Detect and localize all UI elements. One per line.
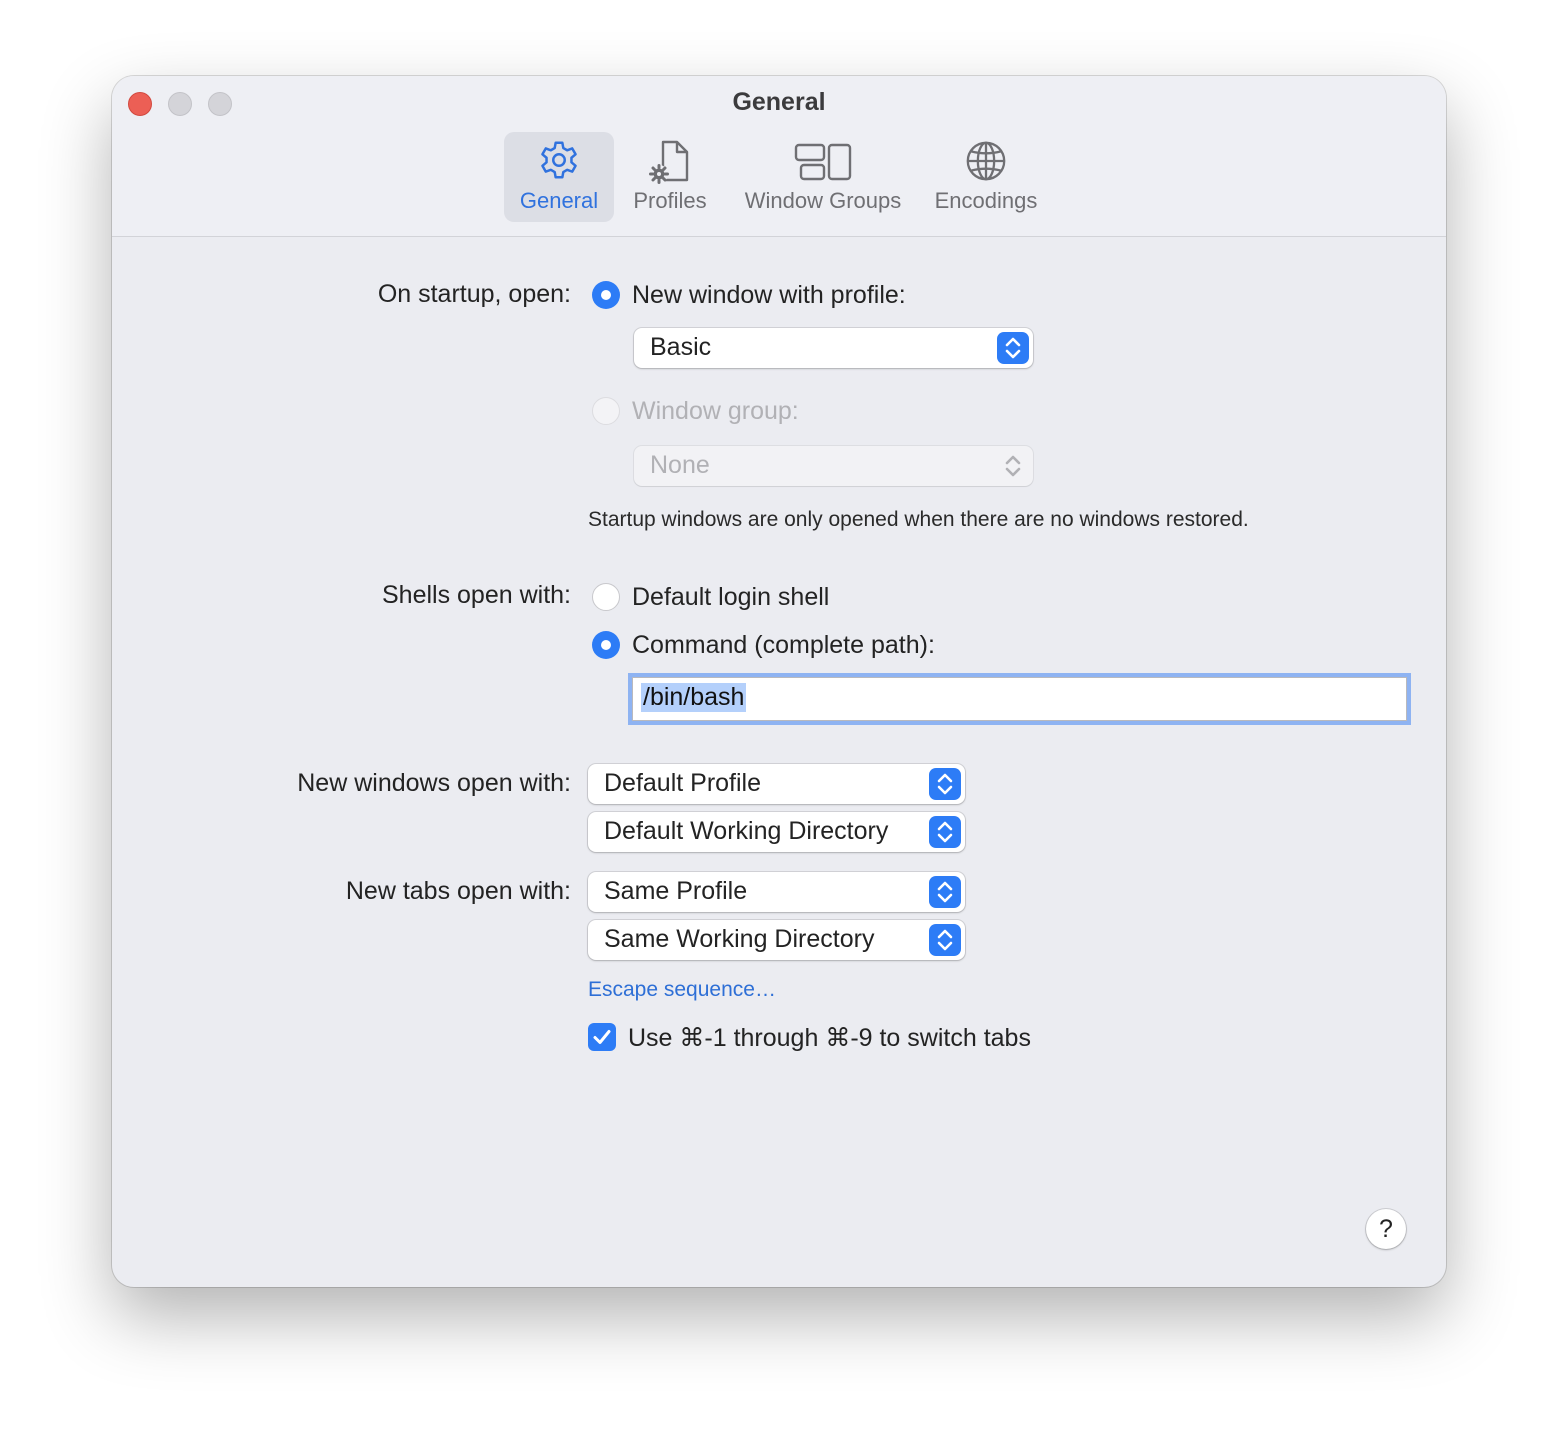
chevron-updown-icon: [929, 876, 961, 908]
switch-tabs-label[interactable]: Use ⌘-1 through ⌘-9 to switch tabs: [628, 1023, 1031, 1053]
tab-general[interactable]: General: [504, 132, 614, 222]
select-value: Same Working Directory: [604, 925, 875, 953]
checkmark-icon: [588, 1030, 616, 1055]
new-window-radio[interactable]: [592, 281, 620, 309]
new-windows-label: New windows open with:: [297, 769, 571, 797]
tab-label: Window Groups: [744, 188, 902, 213]
chevron-updown-icon: [997, 332, 1029, 364]
command-shell-option-label[interactable]: Command (complete path):: [632, 631, 935, 660]
tab-window-groups[interactable]: Window Groups: [732, 132, 914, 222]
escape-sequence-link[interactable]: Escape sequence…: [588, 978, 776, 1002]
new-window-option-label[interactable]: New window with profile:: [632, 281, 906, 310]
select-value: Basic: [650, 333, 712, 361]
tab-profiles[interactable]: Profiles: [622, 132, 718, 222]
switch-tabs-checkbox[interactable]: [588, 1023, 616, 1051]
tab-label: Profiles: [633, 188, 707, 213]
tab-label: General: [519, 188, 599, 213]
help-button[interactable]: ?: [1366, 1209, 1406, 1249]
new-tabs-label: New tabs open with:: [345, 877, 571, 905]
titlebar: General General Profiles Window Groups E…: [112, 76, 1446, 237]
tab-label: Encodings: [934, 188, 1038, 213]
command-path-input[interactable]: /bin/bash: [632, 677, 1407, 721]
chevron-updown-icon: [929, 816, 961, 848]
new-windows-directory-select[interactable]: Default Working Directory: [588, 812, 965, 852]
tab-encodings[interactable]: Encodings: [926, 132, 1046, 222]
default-shell-radio[interactable]: [592, 583, 620, 611]
command-path-value: /bin/bash: [641, 683, 747, 712]
window-group-option-label[interactable]: Window group:: [632, 397, 799, 426]
window-title: General: [732, 88, 826, 116]
window-group-radio[interactable]: [592, 397, 620, 425]
select-value: Default Profile: [604, 769, 762, 797]
startup-profile-select[interactable]: Basic: [634, 328, 1033, 368]
command-shell-radio[interactable]: [592, 631, 620, 659]
new-tabs-profile-select[interactable]: Same Profile: [588, 872, 965, 912]
startup-note: Startup windows are only opened when the…: [588, 508, 1249, 531]
window-group-select[interactable]: None: [634, 446, 1033, 486]
default-shell-option-label[interactable]: Default login shell: [632, 583, 829, 612]
shells-label: Shells open with:: [381, 581, 571, 609]
new-tabs-directory-select[interactable]: Same Working Directory: [588, 920, 965, 960]
chevron-updown-icon: [997, 450, 1029, 482]
chevron-updown-icon: [929, 768, 961, 800]
chevron-updown-icon: [929, 924, 961, 956]
select-value: Default Working Directory: [604, 817, 889, 845]
preferences-window: General General Profiles Window Groups E…: [112, 76, 1446, 1287]
startup-label: On startup, open:: [377, 280, 571, 308]
select-value: None: [650, 451, 710, 479]
select-value: Same Profile: [604, 877, 748, 905]
new-windows-profile-select[interactable]: Default Profile: [588, 764, 965, 804]
